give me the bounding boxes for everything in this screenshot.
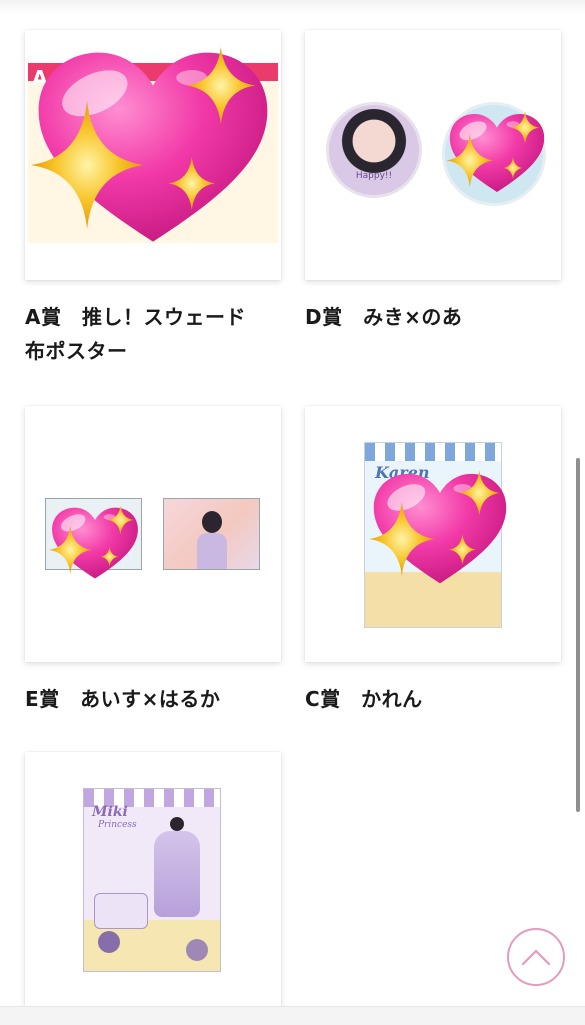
- product-label-e[interactable]: E賞 あいす×はるか: [25, 682, 220, 716]
- product-card-c[interactable]: Karen: [305, 406, 561, 662]
- sparkling-heart-icon: [47, 504, 143, 584]
- sparkling-heart-icon: [445, 110, 549, 198]
- chevron-up-icon: [521, 949, 551, 966]
- can-badge-miki: Happy!!: [326, 102, 422, 198]
- product-card-e[interactable]: [25, 406, 281, 662]
- product-label-a[interactable]: A賞 推し！スウェード 布ポスター: [25, 300, 246, 368]
- sparkling-heart-icon: [27, 42, 279, 257]
- product-label-c[interactable]: C賞 かれん: [305, 682, 423, 716]
- scrolled-header-edge: [0, 0, 585, 14]
- scrollbar[interactable]: [576, 458, 580, 812]
- bottom-nav-bar: [0, 1006, 585, 1025]
- sparkling-heart-icon: [367, 468, 513, 592]
- product-card-d[interactable]: Happy!!: [305, 30, 561, 280]
- acrylic-stand-miki: Miki Princess: [83, 788, 221, 972]
- product-card-a[interactable]: A: [25, 30, 281, 280]
- scroll-to-top-button[interactable]: [507, 928, 565, 986]
- product-card-miki[interactable]: Miki Princess: [25, 752, 281, 1008]
- photo-card-haruka: [163, 498, 260, 570]
- product-label-d[interactable]: D賞 みき×のあ: [305, 300, 462, 334]
